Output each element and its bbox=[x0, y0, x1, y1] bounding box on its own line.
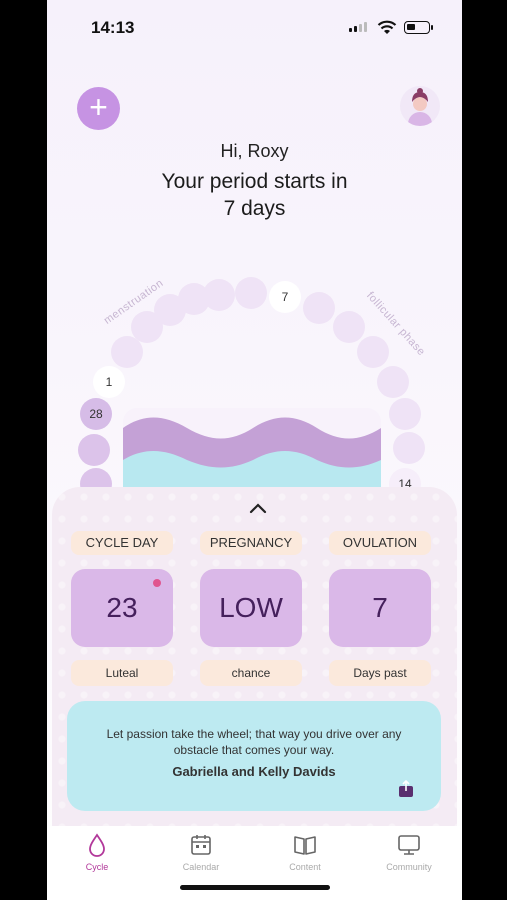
ovulation-sub: Days past bbox=[329, 660, 431, 686]
cycle-day-card[interactable]: 23 bbox=[71, 569, 173, 647]
tab-cycle[interactable]: Cycle bbox=[57, 832, 137, 872]
tab-calendar[interactable]: Calendar bbox=[161, 832, 241, 872]
avatar-icon bbox=[408, 88, 432, 126]
tab-community[interactable]: Community bbox=[369, 832, 449, 872]
ovulation-card[interactable]: 7 bbox=[329, 569, 431, 647]
profile-avatar[interactable] bbox=[400, 86, 440, 126]
cycle-day-1[interactable]: 1 bbox=[93, 366, 125, 398]
signal-icon bbox=[349, 22, 367, 32]
cycle-day-28[interactable]: 28 bbox=[80, 398, 112, 430]
pregnancy-sub: chance bbox=[200, 660, 302, 686]
quote-text: Let passion take the wheel; that way you… bbox=[106, 727, 402, 757]
cycle-day-dot[interactable] bbox=[377, 366, 409, 398]
cycle-day-dot[interactable] bbox=[333, 311, 365, 343]
ovulation-label: OVULATION bbox=[329, 531, 431, 555]
cycle-day-dot[interactable] bbox=[235, 277, 267, 309]
drop-icon bbox=[89, 833, 105, 857]
share-icon[interactable] bbox=[397, 780, 415, 798]
book-icon bbox=[294, 836, 316, 855]
ovulation-value: 7 bbox=[372, 592, 388, 623]
home-indicator[interactable] bbox=[180, 885, 330, 890]
greeting: Hi, Roxy bbox=[220, 141, 289, 161]
add-entry-button[interactable]: + bbox=[77, 87, 120, 130]
cycle-day-dot[interactable] bbox=[389, 398, 421, 430]
pregnancy-value: LOW bbox=[219, 592, 283, 623]
cycle-day-dot[interactable] bbox=[303, 292, 335, 324]
headline-line-2: 7 days bbox=[223, 197, 286, 220]
tab-content[interactable]: Content bbox=[265, 832, 345, 872]
cycle-day-dot[interactable] bbox=[357, 336, 389, 368]
cycle-day-label: CYCLE DAY bbox=[71, 531, 173, 555]
plus-icon: + bbox=[89, 89, 108, 125]
pregnancy-label: PREGNANCY bbox=[200, 531, 302, 555]
quote-author: Gabriella and Kelly Davids bbox=[172, 764, 336, 779]
cycle-day-dot[interactable] bbox=[78, 434, 110, 466]
battery-icon bbox=[404, 21, 433, 34]
notification-dot bbox=[153, 579, 161, 587]
cycle-phase-sub: Luteal bbox=[71, 660, 173, 686]
status-bar: 14:13 bbox=[47, 0, 462, 56]
cycle-day-7[interactable]: 7 bbox=[269, 281, 301, 313]
cycle-day-dot[interactable] bbox=[203, 279, 235, 311]
cycle-day-value: 23 bbox=[106, 592, 138, 623]
tab-bar: Cycle Calendar Content Community bbox=[47, 826, 462, 900]
tab-label: Content bbox=[289, 862, 321, 872]
chevron-up-icon[interactable] bbox=[249, 501, 267, 515]
tab-label: Community bbox=[386, 862, 432, 872]
period-countdown: Your period starts in 7 days bbox=[47, 168, 462, 222]
calendar-icon bbox=[191, 835, 211, 855]
tab-label: Calendar bbox=[182, 862, 220, 872]
headline-line-1: Your period starts in bbox=[161, 170, 348, 193]
daily-quote-card[interactable]: Let passion take the wheel; that way you… bbox=[67, 701, 441, 811]
pregnancy-card[interactable]: LOW bbox=[200, 569, 302, 647]
stats-panel: CYCLE DAY PREGNANCY OVULATION 23 LOW 7 L… bbox=[52, 487, 457, 827]
cycle-day-dot[interactable] bbox=[393, 432, 425, 464]
tab-label: Cycle bbox=[85, 862, 109, 872]
cycle-wave-visual bbox=[123, 408, 381, 493]
monitor-icon bbox=[398, 835, 420, 855]
status-time: 14:13 bbox=[91, 18, 135, 37]
wifi-icon bbox=[377, 20, 397, 34]
app-screen: 14:13 + Hi, Roxy Your period starts in 7… bbox=[47, 0, 462, 900]
